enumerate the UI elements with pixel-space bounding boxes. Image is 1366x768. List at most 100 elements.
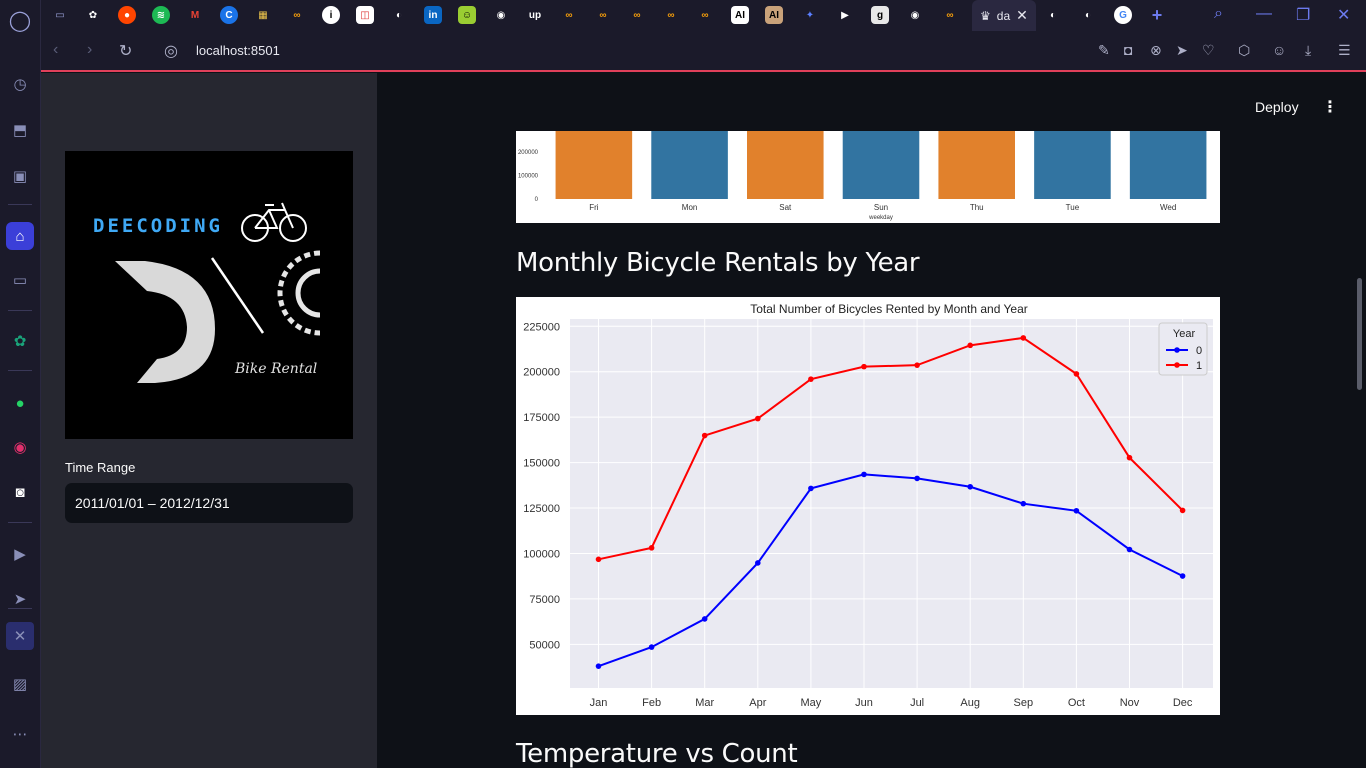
menu-icon[interactable]: ☰ bbox=[1338, 42, 1351, 59]
camera-icon[interactable]: ◘ bbox=[1124, 42, 1132, 58]
download-icon[interactable]: ⤓ bbox=[1305, 42, 1311, 59]
bar-ytick-label: 0 bbox=[535, 197, 539, 203]
deploy-button[interactable]: Deploy bbox=[1255, 99, 1299, 115]
xtick-label: Apr bbox=[749, 697, 766, 709]
terminal-icon[interactable]: ▶ bbox=[836, 6, 854, 24]
google-icon[interactable]: G bbox=[1114, 6, 1132, 24]
gamepad-icon[interactable]: ▭ bbox=[51, 6, 69, 24]
address-bar: ‹ › ↻ ◎ localhost:8501 ✎ ◘ ⊗ ➤ ♡ ⬡ ☺ ⤓ ☰ bbox=[41, 31, 1366, 72]
new-tab-icon[interactable]: + bbox=[1148, 5, 1166, 25]
gallery-icon[interactable]: ▨ bbox=[6, 670, 34, 698]
globe-icon[interactable]: ◐ bbox=[390, 6, 408, 24]
ytick-label: 75000 bbox=[529, 594, 560, 606]
data-point bbox=[967, 342, 973, 349]
logo-d-shape bbox=[115, 261, 215, 383]
legend-marker bbox=[1174, 347, 1180, 353]
chatgpt-icon[interactable]: ✿ bbox=[6, 327, 34, 355]
site-info-icon[interactable]: ◎ bbox=[164, 41, 178, 61]
app-logo: DEECODING Bike Rental bbox=[65, 151, 353, 439]
infinity-icon[interactable]: ∞ bbox=[941, 6, 959, 24]
data-point bbox=[755, 415, 761, 422]
legend: Year0 1 bbox=[1158, 322, 1208, 376]
data-point bbox=[1020, 500, 1027, 507]
globe-icon[interactable]: ◐ bbox=[1079, 6, 1097, 24]
main-content: Deploy ⋮ 0 100000 200000 Fri Mon Sat Sun Thu Tue… bbox=[377, 73, 1366, 768]
linkedin-icon[interactable]: in bbox=[424, 6, 442, 24]
reload-icon[interactable]: ↻ bbox=[119, 41, 132, 61]
tool-icon[interactable]: ✕ bbox=[6, 622, 34, 650]
active-tab-title: da bbox=[996, 8, 1011, 23]
whatsapp-icon[interactable]: ● bbox=[6, 389, 34, 417]
data-point bbox=[1020, 335, 1027, 341]
discord-icon[interactable]: ◙ bbox=[6, 478, 34, 506]
gmail-icon[interactable]: M bbox=[186, 6, 204, 24]
minimize-icon[interactable]: — bbox=[1256, 5, 1272, 23]
main-menu-icon[interactable]: ⋮ bbox=[1322, 97, 1338, 117]
infinity-icon[interactable]: ∞ bbox=[560, 6, 578, 24]
time-range-input[interactable]: 2011/01/01 – 2012/12/31 bbox=[65, 483, 353, 523]
scrollbar[interactable] bbox=[1357, 278, 1362, 390]
bar-xtick-label: Sat bbox=[779, 203, 792, 212]
search-icon[interactable]: ⌕ bbox=[1214, 5, 1223, 23]
pdf-icon[interactable]: ◫ bbox=[356, 6, 374, 24]
speed-dial-icon[interactable]: ◷ bbox=[6, 70, 34, 98]
bar-xtick-label: Wed bbox=[1160, 203, 1176, 212]
globe-icon[interactable]: ◐ bbox=[1044, 6, 1062, 24]
ai-icon[interactable]: AI bbox=[731, 6, 749, 24]
restore-icon[interactable]: ❐ bbox=[1296, 5, 1310, 25]
up-icon[interactable]: up bbox=[526, 6, 544, 24]
info-icon[interactable]: i bbox=[322, 6, 340, 24]
openai-icon[interactable]: ✿ bbox=[84, 6, 102, 24]
ai-icon[interactable]: AI bbox=[765, 6, 783, 24]
section-title-monthly: Monthly Bicycle Rentals by Year bbox=[516, 248, 920, 278]
github-icon[interactable]: ◉ bbox=[906, 6, 924, 24]
bar-thu bbox=[938, 131, 1015, 199]
more-icon[interactable]: ⋯ bbox=[6, 720, 34, 748]
xtick-label: Aug bbox=[960, 697, 980, 709]
opera-logo-icon[interactable]: ◯ bbox=[6, 6, 34, 34]
home-icon[interactable]: ⌂ bbox=[6, 222, 34, 250]
reddit-icon[interactable]: ● bbox=[118, 6, 136, 24]
data-point bbox=[595, 556, 602, 563]
block-icon[interactable]: ⊗ bbox=[1150, 42, 1162, 59]
instagram-icon[interactable]: ◉ bbox=[6, 433, 34, 461]
back-icon[interactable]: ‹ bbox=[53, 41, 58, 59]
g-icon[interactable]: g bbox=[871, 6, 889, 24]
url-field[interactable]: localhost:8501 bbox=[196, 43, 280, 58]
player-icon[interactable]: ▶ bbox=[6, 540, 34, 568]
xtick-label: Sep bbox=[1014, 697, 1034, 709]
ytick-label: 150000 bbox=[523, 458, 560, 470]
data-point bbox=[1073, 507, 1080, 514]
emoji-icon[interactable]: ☺ bbox=[458, 6, 476, 24]
chip-icon[interactable]: ▣ bbox=[6, 162, 34, 190]
folder-icon[interactable]: ▦ bbox=[254, 6, 272, 24]
spotify-icon[interactable]: ≋ bbox=[152, 6, 170, 24]
heart-icon[interactable]: ♡ bbox=[1202, 42, 1215, 59]
c-icon[interactable]: C bbox=[220, 6, 238, 24]
github-icon[interactable]: ◉ bbox=[492, 6, 510, 24]
edit-icon[interactable]: ✎ bbox=[1098, 42, 1110, 59]
infinity-icon[interactable]: ∞ bbox=[288, 6, 306, 24]
close-tab-icon[interactable]: ✕ bbox=[1016, 7, 1028, 24]
close-window-icon[interactable]: ✕ bbox=[1337, 5, 1350, 25]
send-icon[interactable]: ➤ bbox=[1176, 42, 1188, 59]
data-point bbox=[1179, 573, 1186, 579]
chain-icon bbox=[277, 250, 321, 336]
infinity-icon[interactable]: ∞ bbox=[662, 6, 680, 24]
gamepad-icon[interactable]: ▭ bbox=[6, 266, 34, 294]
infinity-icon[interactable]: ∞ bbox=[594, 6, 612, 24]
pin-icon[interactable]: ✦ bbox=[801, 6, 819, 24]
legend-title: Year bbox=[1173, 328, 1196, 340]
data-point bbox=[648, 644, 655, 650]
forward-icon[interactable]: › bbox=[87, 41, 92, 59]
profile-icon[interactable]: ☺ bbox=[1272, 42, 1286, 58]
extensions-icon[interactable]: ⬒ bbox=[6, 116, 34, 144]
active-tab[interactable]: ♛ da ✕ bbox=[972, 0, 1036, 31]
infinity-icon[interactable]: ∞ bbox=[628, 6, 646, 24]
infinity-icon[interactable]: ∞ bbox=[696, 6, 714, 24]
cube-icon[interactable]: ⬡ bbox=[1238, 42, 1250, 59]
tab-strip: ▭ ✿ ● ≋ M C ▦ ∞ i ◫ ◐ in ☺ ◉ up ∞ ∞ ∞ ∞ … bbox=[41, 0, 1366, 31]
weekday-bar-chart: 0 100000 200000 Fri Mon Sat Sun Thu Tue Wed weekda… bbox=[516, 131, 1220, 223]
bar-sun bbox=[842, 131, 920, 199]
ytick-label: 50000 bbox=[529, 639, 560, 651]
